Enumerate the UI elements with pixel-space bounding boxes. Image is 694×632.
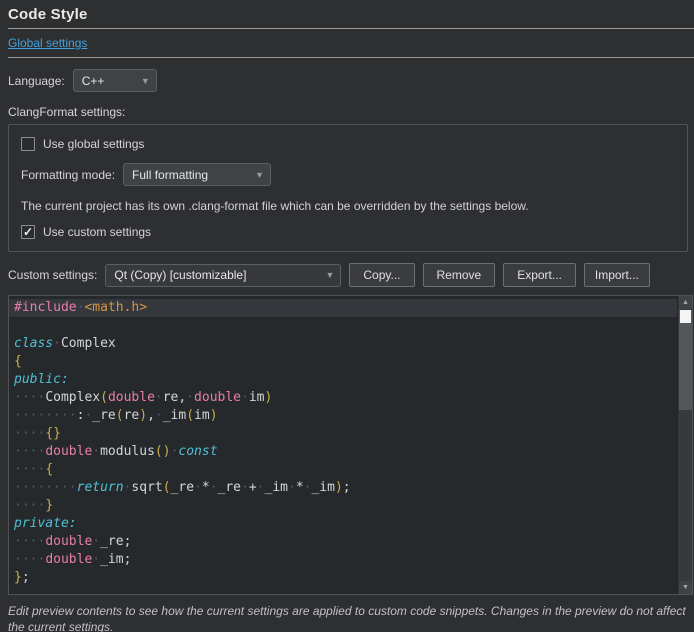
scrollbar-up-button[interactable]: ▲ (679, 296, 692, 309)
project-clang-format-note: The current project has its own .clang-f… (21, 199, 675, 213)
page-title: Code Style (8, 6, 694, 23)
custom-settings-select[interactable]: Qt (Copy) [customizable] ▼ (105, 264, 341, 287)
code-line: ····double·_re; (14, 533, 677, 551)
chevron-down-icon: ▼ (325, 270, 334, 280)
formatting-mode-value: Full formatting (132, 168, 249, 182)
code-line: ····} (14, 497, 677, 515)
scrollbar-thumb[interactable] (679, 310, 692, 410)
use-global-settings-label: Use global settings (43, 137, 144, 151)
code-line: #include·<math.h> (9, 299, 677, 317)
code-line: ····double·modulus()·const (14, 443, 677, 461)
title-separator (8, 28, 694, 29)
code-line (14, 317, 677, 335)
code-line: ········return·sqrt(_re·*·_re·+·_im·*·_i… (14, 479, 677, 497)
code-line: ····{} (14, 425, 677, 443)
chevron-down-icon: ▼ (141, 76, 150, 86)
formatting-mode-row: Formatting mode: Full formatting ▼ (21, 163, 675, 186)
code-line: ········:·_re(re),·_im(im) (14, 407, 677, 425)
vertical-scrollbar[interactable]: ▲ ▼ (677, 296, 692, 594)
remove-button[interactable]: Remove (423, 263, 496, 287)
preview-hint-text: Edit preview contents to see how the cur… (8, 603, 686, 632)
use-global-settings-checkbox[interactable]: ✓ (21, 137, 35, 151)
use-custom-settings-checkbox[interactable]: ✓ (21, 225, 35, 239)
scroll-down-icon: ▼ (682, 584, 689, 591)
code-preview-editor[interactable]: #include·<math.h> class·Complex{public:·… (8, 295, 693, 595)
scrollbar-down-button[interactable]: ▼ (679, 581, 692, 594)
code-editor-content[interactable]: #include·<math.h> class·Complex{public:·… (9, 296, 677, 594)
language-row: Language: C++ ▼ (8, 69, 694, 92)
copy-button[interactable]: Copy... (349, 263, 414, 287)
code-line: }; (14, 569, 677, 587)
use-custom-settings-checkbox-row[interactable]: ✓ Use custom settings (21, 225, 675, 239)
code-line: ····double·_im; (14, 551, 677, 569)
custom-settings-value: Qt (Copy) [customizable] (114, 268, 319, 282)
language-label: Language: (8, 74, 65, 88)
scrollbar-cursor-marker (680, 310, 691, 323)
code-line: ····{ (14, 461, 677, 479)
code-line: { (14, 353, 677, 371)
code-line: ····Complex(double·re,·double·im) (14, 389, 677, 407)
code-line: public: (14, 371, 677, 389)
custom-settings-label: Custom settings: (8, 268, 97, 282)
import-button[interactable]: Import... (584, 263, 650, 287)
code-line: private: (14, 515, 677, 533)
code-line: class·Complex (14, 335, 677, 353)
check-icon: ✓ (23, 226, 33, 238)
use-global-settings-checkbox-row[interactable]: ✓ Use global settings (21, 137, 675, 151)
language-select-value: C++ (82, 74, 135, 88)
link-separator (8, 57, 694, 58)
use-custom-settings-label: Use custom settings (43, 225, 151, 239)
formatting-mode-label: Formatting mode: (21, 168, 115, 182)
export-button[interactable]: Export... (503, 263, 576, 287)
clangformat-section-label: ClangFormat settings: (8, 105, 694, 119)
formatting-mode-select[interactable]: Full formatting ▼ (123, 163, 271, 186)
code-style-settings-page: Code Style Global settings Language: C++… (0, 0, 694, 632)
scroll-up-icon: ▲ (682, 299, 689, 306)
language-select[interactable]: C++ ▼ (73, 69, 157, 92)
custom-settings-row: Custom settings: Qt (Copy) [customizable… (8, 263, 694, 287)
chevron-down-icon: ▼ (255, 170, 264, 180)
global-settings-link[interactable]: Global settings (8, 36, 87, 50)
clangformat-groupbox: ✓ Use global settings Formatting mode: F… (8, 124, 688, 252)
